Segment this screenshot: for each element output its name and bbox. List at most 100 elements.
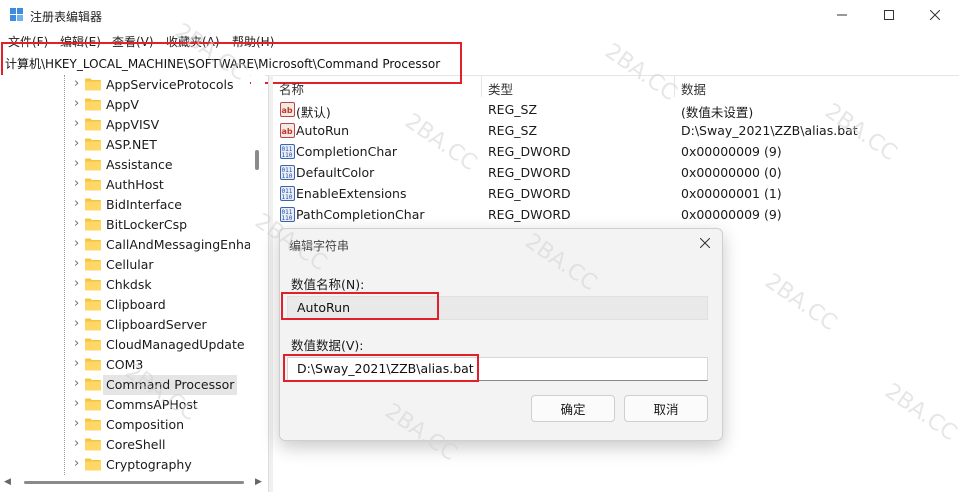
chevron-right-icon[interactable]: › — [74, 317, 84, 330]
tree-item[interactable]: › CloudManagedUpdate — [0, 335, 250, 355]
chevron-right-icon[interactable]: › — [74, 137, 84, 150]
chevron-right-icon[interactable]: › — [74, 197, 84, 210]
chevron-right-icon[interactable]: › — [74, 177, 84, 190]
value-row[interactable]: 011 110 CompletionChar REG_DWORD 0x00000009 … — [273, 142, 959, 163]
tree-item[interactable]: › CallAndMessagingEnhan — [0, 235, 250, 255]
scroll-right-arrow-icon[interactable]: ▶ — [255, 477, 262, 487]
registry-tree[interactable]: › AppServiceProtocols › AppV › AppVISV › ASP.NE… — [0, 75, 250, 475]
column-header-data[interactable]: 数据 — [681, 79, 706, 98]
tree-item-label: AuthHost — [106, 177, 164, 192]
tree-item[interactable]: › AppVISV — [0, 115, 250, 135]
value-data: 0x00000001 (1) — [681, 186, 782, 201]
value-data-label: 数值数据(V): — [291, 338, 364, 353]
menu-file[interactable]: 文件(F) — [8, 33, 48, 50]
value-data-input[interactable]: D:\Sway_2021\ZZB\alias.bat — [287, 357, 708, 381]
chevron-right-icon[interactable]: › — [74, 117, 84, 130]
tree-item[interactable]: › Command Processor — [0, 375, 250, 395]
string-value-icon: ab — [280, 102, 295, 117]
chevron-right-icon[interactable]: › — [74, 297, 84, 310]
chevron-right-icon[interactable]: › — [74, 97, 84, 110]
close-window-button[interactable] — [912, 0, 958, 30]
chevron-right-icon[interactable]: › — [74, 437, 84, 450]
folder-icon — [85, 238, 101, 251]
value-data: 0x00000009 (9) — [681, 144, 782, 159]
menu-view[interactable]: 查看(V) — [112, 33, 154, 50]
menu-favorites[interactable]: 收藏夹(A) — [166, 33, 220, 50]
chevron-right-icon[interactable]: › — [74, 337, 84, 350]
menu-edit[interactable]: 编辑(E) — [60, 33, 101, 50]
value-row[interactable]: 011 110 DefaultColor REG_DWORD 0x00000000 (0… — [273, 163, 959, 184]
tree-item[interactable]: › ASP.NET — [0, 135, 250, 155]
minimize-button[interactable] — [819, 0, 865, 30]
tree-item-label: Command Processor — [103, 375, 238, 395]
svg-text:110: 110 — [282, 215, 293, 222]
tree-item[interactable]: › Cellular — [0, 255, 250, 275]
chevron-right-icon[interactable]: › — [74, 157, 84, 170]
folder-icon — [85, 78, 101, 91]
tree-item[interactable]: › Composition — [0, 415, 250, 435]
maximize-button[interactable] — [866, 0, 912, 30]
menu-help[interactable]: 帮助(H) — [232, 33, 274, 50]
tree-item[interactable]: › Chkdsk — [0, 275, 250, 295]
value-row[interactable]: 011 110 PathCompletionChar REG_DWORD 0x00000… — [273, 205, 959, 226]
close-icon — [930, 10, 940, 20]
tree-item[interactable]: › Clipboard — [0, 295, 250, 315]
chevron-right-icon[interactable]: › — [74, 417, 84, 430]
value-name: CompletionChar — [296, 144, 398, 159]
tree-item[interactable]: › AppV — [0, 95, 250, 115]
scroll-left-arrow-icon[interactable]: ◀ — [4, 477, 11, 487]
tree-item[interactable]: › COM3 — [0, 355, 250, 375]
column-separator[interactable] — [481, 75, 482, 97]
tree-item[interactable]: › Assistance — [0, 155, 250, 175]
value-row[interactable]: ab AutoRun REG_SZ D:\Sway_2021\ZZB\alias.ba… — [273, 121, 959, 142]
tree-item-label: ClipboardServer — [106, 317, 207, 332]
tree-item[interactable]: › AuthHost — [0, 175, 250, 195]
dialog-close-button[interactable] — [695, 234, 715, 252]
tree-item-label: Clipboard — [106, 297, 166, 312]
tree-horizontal-scrollbar[interactable]: ◀ ▶ — [0, 475, 268, 492]
tree-item[interactable]: › Cryptography — [0, 455, 250, 475]
folder-icon — [85, 418, 101, 431]
folder-icon — [85, 218, 101, 231]
horizontal-scroll-thumb[interactable] — [24, 481, 244, 484]
chevron-right-icon[interactable]: › — [74, 377, 84, 390]
folder-icon — [85, 138, 101, 151]
ok-button[interactable]: 确定 — [531, 395, 615, 422]
tree-item[interactable]: › CoreShell — [0, 435, 250, 455]
chevron-right-icon[interactable]: › — [74, 237, 84, 250]
value-row[interactable]: 011 110 EnableExtensions REG_DWORD 0x0000000… — [273, 184, 959, 205]
value-name: EnableExtensions — [296, 186, 407, 201]
tree-scroll-thumb[interactable] — [255, 150, 259, 170]
folder-icon — [85, 278, 101, 291]
chevron-right-icon[interactable]: › — [74, 217, 84, 230]
tree-item-label: AppServiceProtocols — [106, 77, 234, 92]
cancel-button[interactable]: 取消 — [624, 395, 708, 422]
value-name-field[interactable]: AutoRun — [287, 296, 708, 320]
value-name-label: 数值名称(N): — [291, 277, 365, 292]
address-path[interactable]: 计算机\HKEY_LOCAL_MACHINE\SOFTWARE\Microsof… — [5, 55, 440, 72]
chevron-right-icon[interactable]: › — [74, 457, 84, 470]
chevron-right-icon[interactable]: › — [74, 397, 84, 410]
chevron-right-icon[interactable]: › — [74, 257, 84, 270]
chevron-right-icon[interactable]: › — [74, 77, 84, 90]
address-bar[interactable]: 计算机\HKEY_LOCAL_MACHINE\SOFTWARE\Microsof… — [0, 51, 959, 76]
column-header-name[interactable]: 名称 — [279, 79, 304, 98]
tree-vertical-scrollbar[interactable] — [251, 75, 265, 475]
tree-item[interactable]: › BidInterface — [0, 195, 250, 215]
edit-string-dialog: 编辑字符串 数值名称(N): AutoRun 数值数据(V): D:\Sway_… — [279, 228, 723, 441]
value-data: 0x00000009 (9) — [681, 207, 782, 222]
tree-item[interactable]: › BitLockerCsp — [0, 215, 250, 235]
tree-item-label: CoreShell — [106, 437, 166, 452]
column-header-type[interactable]: 类型 — [488, 79, 513, 98]
tree-item[interactable]: › AppServiceProtocols — [0, 75, 250, 95]
tree-item-label: CloudManagedUpdate — [106, 337, 245, 352]
tree-item-label: COM3 — [106, 357, 144, 372]
value-row[interactable]: ab (默认) REG_SZ (数值未设置) — [273, 100, 959, 121]
tree-item[interactable]: › ClipboardServer — [0, 315, 250, 335]
folder-icon — [85, 198, 101, 211]
chevron-right-icon[interactable]: › — [74, 357, 84, 370]
chevron-right-icon[interactable]: › — [74, 277, 84, 290]
column-separator[interactable] — [674, 75, 675, 97]
folder-icon — [85, 318, 101, 331]
tree-item[interactable]: › CommsAPHost — [0, 395, 250, 415]
